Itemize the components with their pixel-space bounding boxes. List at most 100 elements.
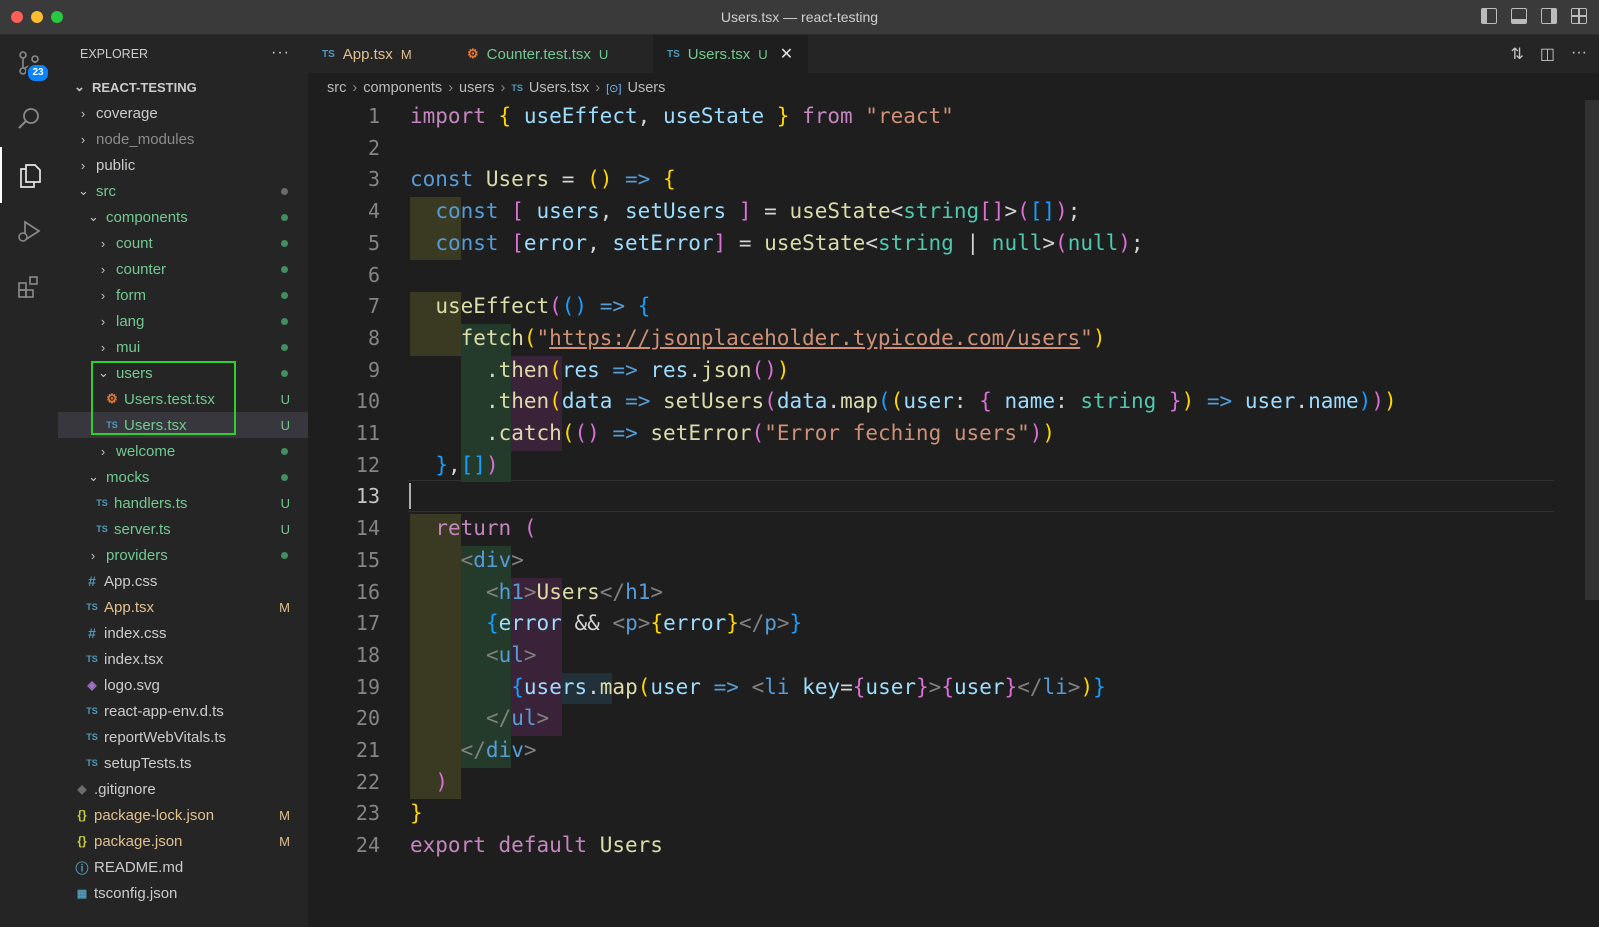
editor-tabs: TS App.tsx M ⚙ Counter.test.tsx U TS Use… — [308, 35, 1599, 73]
breadcrumb-item[interactable]: Users.tsx — [529, 80, 589, 96]
tree-folder-public[interactable]: › public — [58, 152, 308, 178]
info-file-icon: ⓘ — [75, 860, 89, 876]
code-line: useEffect(() => { — [435, 294, 651, 319]
code-line: export default Users — [410, 833, 663, 858]
line-number: 14 — [355, 516, 380, 541]
tree-folder-welcome[interactable]: › welcome — [58, 438, 308, 464]
source-control-button[interactable]: 23 — [0, 35, 58, 91]
chevron-down-icon: ⌄ — [88, 469, 99, 484]
typescript-file-icon: TS — [96, 498, 108, 508]
code-line: ) — [435, 769, 448, 794]
chevron-right-icon: › — [100, 235, 106, 251]
line-number: 4 — [367, 199, 380, 224]
open-changes-icon[interactable]: ⇅ — [1510, 44, 1523, 64]
line-number: 2 — [367, 135, 380, 160]
search-icon — [18, 108, 39, 129]
code-line: return ( — [435, 516, 537, 541]
line-number: 22 — [355, 769, 380, 794]
search-button[interactable] — [0, 91, 58, 147]
more-actions-icon[interactable]: ··· — [1571, 44, 1587, 64]
typescript-file-icon: TS — [86, 602, 98, 612]
tree-file-gitignore[interactable]: ◆ .gitignore — [58, 776, 308, 802]
code-line: </ul> — [485, 706, 550, 731]
line-number: 13 — [355, 484, 380, 509]
tree-file-logo-svg[interactable]: ◈ logo.svg — [58, 672, 308, 698]
typescript-file-icon: TS — [86, 706, 98, 716]
tree-folder-count[interactable]: › count — [58, 230, 308, 256]
breadcrumb-item[interactable]: users — [459, 80, 494, 96]
tree-file-react-app-env[interactable]: TS react-app-env.d.ts — [58, 698, 308, 724]
code-line: <ul> — [485, 642, 537, 667]
customize-layout-icon[interactable] — [1571, 8, 1587, 24]
code-line: .then(res => res.json()) — [485, 357, 790, 382]
code-line: const Users = () => { — [410, 167, 676, 192]
breadcrumb-item[interactable]: src — [327, 80, 346, 96]
tree-folder-form[interactable]: › form — [58, 282, 308, 308]
line-number: 11 — [355, 421, 380, 445]
more-actions-icon[interactable]: ··· — [271, 44, 290, 62]
tree-file-app-css[interactable]: # App.css — [58, 568, 308, 594]
tree-file-package-json[interactable]: {} package.json M — [58, 828, 308, 854]
text-cursor — [409, 483, 411, 509]
tree-file-server[interactable]: TS server.ts U — [58, 516, 308, 542]
test-file-icon: ⚙ — [467, 46, 479, 61]
toggle-primary-sidebar-icon[interactable] — [1481, 8, 1497, 24]
tree-file-index-css[interactable]: # index.css — [58, 620, 308, 646]
tree-file-package-lock[interactable]: {} package-lock.json M — [58, 802, 308, 828]
tree-folder-providers[interactable]: › providers — [58, 542, 308, 568]
chevron-down-icon: ⌄ — [88, 209, 99, 224]
run-debug-button[interactable] — [0, 203, 58, 259]
tree-folder-coverage[interactable]: › coverage — [58, 100, 308, 126]
line-number: 10 — [355, 389, 380, 414]
typescript-file-icon: TS — [511, 83, 523, 93]
extensions-icon — [18, 276, 38, 298]
split-editor-icon[interactable]: ◫ — [1540, 44, 1555, 64]
tree-folder-src[interactable]: ⌄ src — [58, 178, 308, 204]
close-tab-icon[interactable]: ✕ — [780, 44, 793, 64]
tab-app-tsx[interactable]: TS App.tsx M — [308, 35, 453, 73]
tab-users-tsx[interactable]: TS Users.tsx U ✕ — [653, 35, 808, 73]
toggle-secondary-sidebar-icon[interactable] — [1541, 8, 1557, 24]
explorer-button[interactable] — [0, 147, 58, 203]
tree-folder-components[interactable]: ⌄ components — [58, 204, 308, 230]
tree-file-app-tsx[interactable]: TS App.tsx M — [58, 594, 308, 620]
line-number: 15 — [355, 547, 380, 572]
line-number: 24 — [355, 833, 380, 858]
window-title: Users.tsx — react-testing — [720, 9, 879, 25]
tree-folder-node-modules[interactable]: › node_modules — [58, 126, 308, 152]
line-number: 21 — [355, 738, 380, 762]
extensions-button[interactable] — [0, 259, 58, 315]
highlight-box — [91, 361, 236, 435]
project-label: REACT-TESTING — [92, 79, 197, 95]
tree-file-setup-tests[interactable]: TS setupTests.ts — [58, 750, 308, 776]
tree-file-readme[interactable]: ⓘ README.md — [58, 854, 308, 880]
tree-file-handlers[interactable]: TS handlers.ts U — [58, 490, 308, 516]
run-debug-icon — [18, 220, 41, 242]
tree-folder-lang[interactable]: › lang — [58, 308, 308, 334]
breadcrumb-item[interactable]: Users — [627, 80, 665, 96]
tree-file-report-web-vitals[interactable]: TS reportWebVitals.ts — [58, 724, 308, 750]
typescript-file-icon: TS — [86, 732, 98, 742]
chevron-right-icon: › — [352, 80, 358, 96]
tree-folder-mui[interactable]: › mui — [58, 334, 308, 360]
chevron-right-icon: › — [90, 547, 96, 563]
code-editor[interactable]: 1 import { useEffect, useState } from "re… — [308, 100, 1599, 927]
project-folder[interactable]: ⌄ REACT-TESTING — [58, 74, 308, 100]
chevron-right-icon: › — [595, 80, 601, 96]
chevron-right-icon: › — [80, 157, 86, 173]
tree-folder-mocks[interactable]: ⌄ mocks — [58, 464, 308, 490]
chevron-right-icon: › — [100, 339, 106, 355]
breadcrumb-item[interactable]: components — [363, 80, 442, 96]
editor-scrollbar[interactable] — [1585, 100, 1599, 600]
tree-file-index-tsx[interactable]: TS index.tsx — [58, 646, 308, 672]
code-line: } — [410, 801, 423, 826]
line-number: 20 — [355, 706, 380, 731]
typescript-file-icon: TS — [86, 758, 98, 768]
line-number: 12 — [355, 452, 380, 477]
tree-file-tsconfig[interactable]: ▦ tsconfig.json — [58, 880, 308, 906]
tree-folder-counter[interactable]: › counter — [58, 256, 308, 282]
line-number: 1 — [367, 104, 380, 128]
toggle-panel-icon[interactable] — [1511, 8, 1527, 24]
line-number: 19 — [355, 674, 380, 699]
tab-counter-test[interactable]: ⚙ Counter.test.tsx U — [453, 35, 653, 73]
